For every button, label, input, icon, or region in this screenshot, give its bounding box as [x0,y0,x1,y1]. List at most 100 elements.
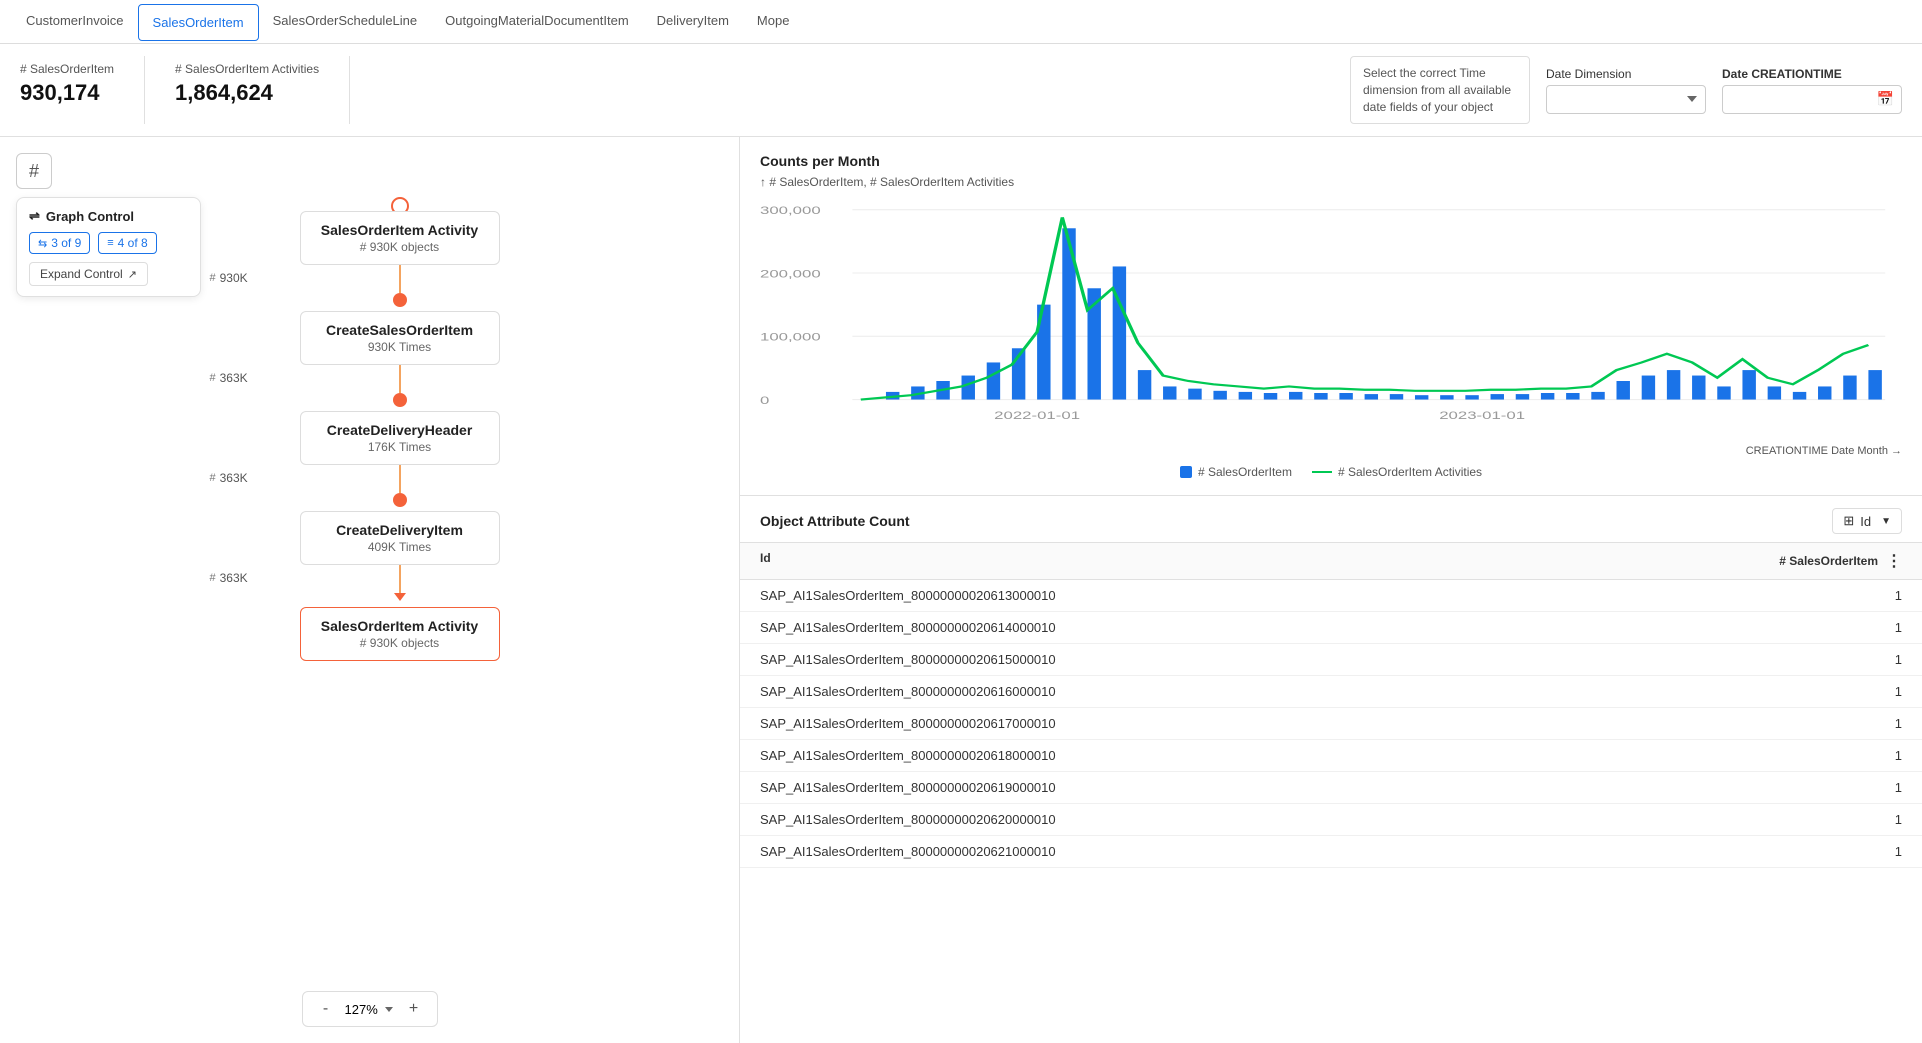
zoom-level-select[interactable]: 127% 100% 75% 50% [345,1002,395,1017]
node4-box: CreateDeliveryItem 409K Times [300,511,500,565]
row-id: SAP_AI1SalesOrderItem_800000000206140000… [760,620,1782,635]
node4-circle [393,493,407,507]
date-dimension-block: Select the correct Time dimension from a… [1350,56,1902,124]
row-count: 1 [1782,684,1902,699]
node3-sub: 176K Times [321,440,479,454]
legend-sales-order-item-label: # SalesOrderItem [1198,465,1292,479]
date-creation-input[interactable] [1722,85,1902,114]
legend-blue-icon [1180,466,1192,478]
metric-sales-order-item-activities: # SalesOrderItem Activities 1,864,624 [175,56,350,124]
more-icon[interactable]: ⋮ [1886,551,1902,571]
chart-container: 300,000 200,000 100,000 0 [760,201,1902,441]
row-id: SAP_AI1SalesOrderItem_800000000206180000… [760,748,1782,763]
main-content: # ⇌ Graph Control ⇆ 3 of 9 ≡ 4 of 8 Expa… [0,137,1922,1043]
metric-activities-label: # SalesOrderItem Activities [175,62,319,76]
node3-circle [393,393,407,407]
table-section: Object Attribute Count ⊞ Id ▼ Id # Sales… [740,496,1922,1043]
count-363k-2: # 363K [210,471,248,485]
node2-circle [393,293,407,307]
hash-small-icon: # [210,272,216,284]
flow-diagram: SalesOrderItem Activity # 930K objects #… [0,177,739,661]
node5-sub: # 930K objects [321,636,479,650]
zoom-bar: - 127% 100% 75% 50% + [302,991,438,1027]
row-count: 1 [1782,652,1902,667]
chart-x-label: CREATIONTIME Date Month → [760,445,1902,457]
row-count: 1 [1782,748,1902,763]
date-tooltip: Select the correct Time dimension from a… [1350,56,1530,124]
node2-title: CreateSalesOrderItem [321,322,479,338]
hash-small-icon-3: # [210,472,216,484]
date-select-container: Date Dimension [1546,67,1706,114]
table-id-select[interactable]: ⊞ Id ▼ [1832,508,1902,534]
node4-sub: 409K Times [321,540,479,554]
chart-subtitle: ↑ # SalesOrderItem, # SalesOrderItem Act… [760,175,1902,189]
svg-text:300,000: 300,000 [760,205,821,217]
row-id: SAP_AI1SalesOrderItem_800000000206190000… [760,780,1782,795]
metric-sales-order-item-label: # SalesOrderItem [20,62,114,76]
table-row: SAP_AI1SalesOrderItem_800000000206130000… [740,580,1922,612]
tabs-bar: CustomerInvoice SalesOrderItem SalesOrde… [0,0,1922,44]
tab-delivery-item[interactable]: DeliveryItem [643,3,743,40]
object-attribute-count-title: Object Attribute Count [760,513,1832,529]
table-row: SAP_AI1SalesOrderItem_800000000206200000… [740,804,1922,836]
row-id: SAP_AI1SalesOrderItem_800000000206160000… [760,684,1782,699]
legend-activities: # SalesOrderItem Activities [1312,465,1482,479]
tab-sales-order-schedule-line[interactable]: SalesOrderScheduleLine [259,3,432,40]
table-header-row: Object Attribute Count ⊞ Id ▼ [740,496,1922,543]
table-row: SAP_AI1SalesOrderItem_800000000206160000… [740,676,1922,708]
arrow-down-icon [394,593,406,601]
row-count: 1 [1782,588,1902,603]
flow-node-4: CreateDeliveryItem 409K Times [300,493,500,593]
legend-activities-label: # SalesOrderItem Activities [1338,465,1482,479]
chart-legend: # SalesOrderItem # SalesOrderItem Activi… [760,465,1902,479]
row-count: 1 [1782,716,1902,731]
right-panel: Counts per Month ↑ # SalesOrderItem, # S… [740,137,1922,1043]
table-row: SAP_AI1SalesOrderItem_800000000206210000… [740,836,1922,868]
row-id: SAP_AI1SalesOrderItem_800000000206210000… [760,844,1782,859]
flow-node-1: SalesOrderItem Activity # 930K objects [300,197,500,293]
table-row: SAP_AI1SalesOrderItem_800000000206140000… [740,612,1922,644]
count-363k-1: # 363K [210,371,248,385]
node2-sub: 930K Times [321,340,479,354]
metric-activities-value: 1,864,624 [175,80,319,106]
date-dimension-select[interactable] [1546,85,1706,114]
node1-title: SalesOrderItem Activity [321,222,479,238]
calendar-icon: 📅 [1877,91,1894,108]
date-creation-label: Date CREATIONTIME [1722,67,1902,81]
count-363k-3: # 363K [210,571,248,585]
node1-box: SalesOrderItem Activity # 930K objects [300,211,500,265]
count-930k: # 930K [210,271,248,285]
zoom-plus-button[interactable]: + [403,998,425,1020]
flow-diagram-area: SalesOrderItem Activity # 930K objects #… [0,137,739,993]
date-dimension-label: Date Dimension [1546,67,1706,81]
legend-sales-order-item: # SalesOrderItem [1180,465,1292,479]
row-id: SAP_AI1SalesOrderItem_800000000206170000… [760,716,1782,731]
node5-box: SalesOrderItem Activity # 930K objects [300,607,500,661]
table-row: SAP_AI1SalesOrderItem_800000000206180000… [740,740,1922,772]
svg-text:2022-01-01: 2022-01-01 [994,410,1080,422]
row-id: SAP_AI1SalesOrderItem_800000000206200000… [760,812,1782,827]
metric-sales-order-item: # SalesOrderItem 930,174 [20,56,145,124]
chart-svg: 300,000 200,000 100,000 0 [760,201,1902,441]
node3-title: CreateDeliveryHeader [321,422,479,438]
row-count: 1 [1782,780,1902,795]
svg-text:2023-01-01: 2023-01-01 [1439,410,1525,422]
zoom-minus-button[interactable]: - [315,998,337,1020]
row-count: 1 [1782,812,1902,827]
col-header-id: Id [760,551,1779,571]
tab-outgoing-material-document-item[interactable]: OutgoingMaterialDocumentItem [431,3,643,40]
tab-sales-order-item[interactable]: SalesOrderItem [138,4,259,41]
row-count: 1 [1782,844,1902,859]
node2-box: CreateSalesOrderItem 930K Times [300,311,500,365]
table-row: SAP_AI1SalesOrderItem_800000000206170000… [740,708,1922,740]
metric-sales-order-item-value: 930,174 [20,80,114,106]
tab-mope[interactable]: Mope [743,3,804,40]
node3-box: CreateDeliveryHeader 176K Times [300,411,500,465]
row-count: 1 [1782,620,1902,635]
col-header-count: # SalesOrderItem ⋮ [1779,551,1902,571]
chart-section: Counts per Month ↑ # SalesOrderItem, # S… [740,137,1922,496]
tab-customer-invoice[interactable]: CustomerInvoice [12,3,138,40]
table-icon: ⊞ [1843,513,1854,529]
legend-green-line-icon [1312,471,1332,473]
hash-small-icon-4: # [210,572,216,584]
